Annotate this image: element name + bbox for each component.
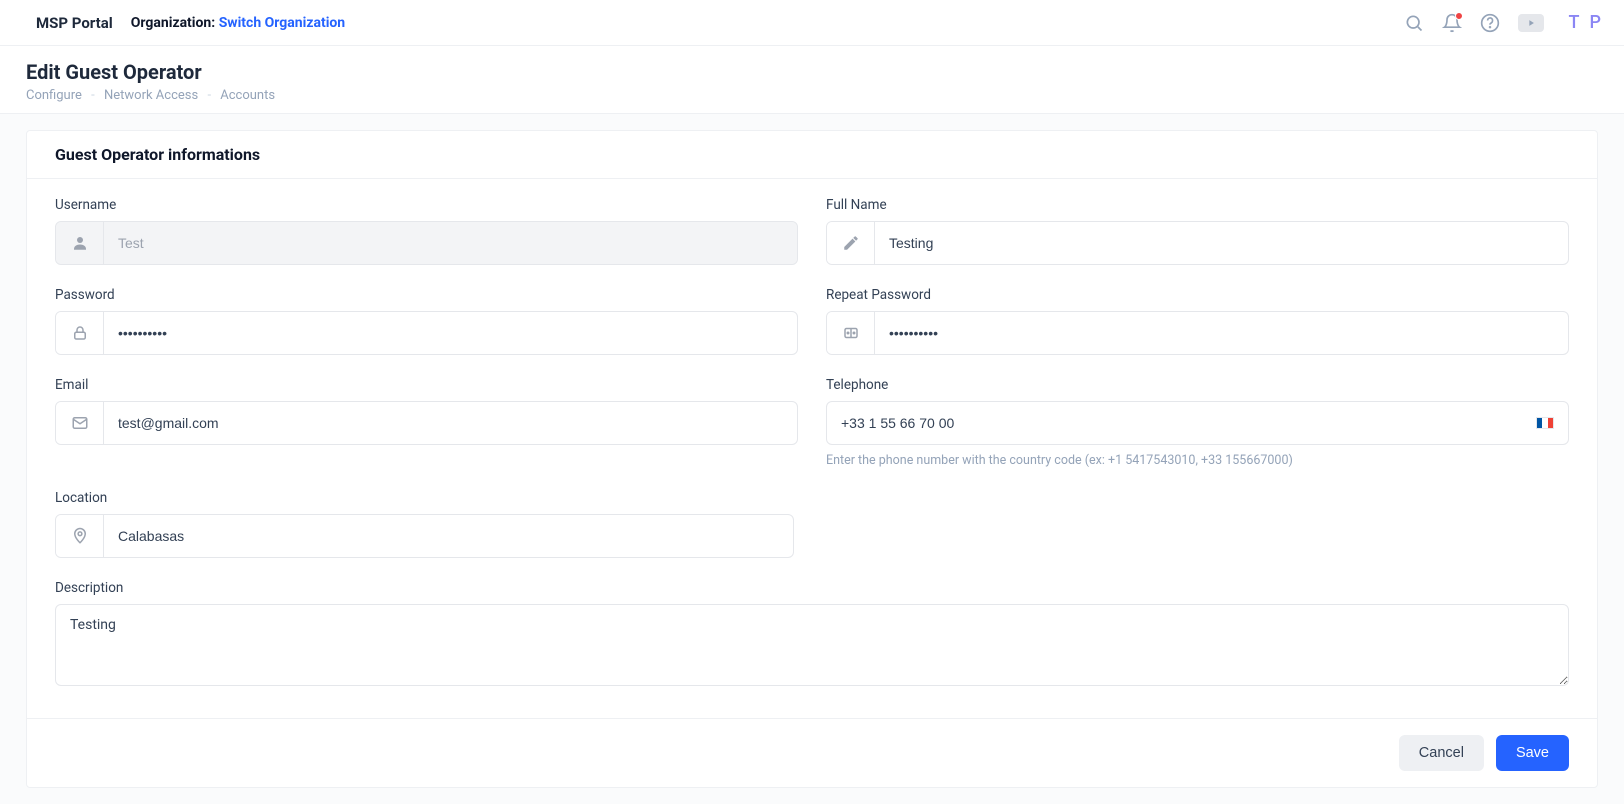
breadcrumb-item[interactable]: Configure [26,88,82,103]
avatar[interactable]: T P [1562,12,1604,33]
telephone-label: Telephone [826,377,1569,393]
location-field: Location [55,490,794,558]
lock-icon [56,312,104,354]
username-label: Username [55,197,798,213]
topbar-left: MSP Portal Organization: Switch Organiza… [36,14,345,32]
cancel-button[interactable]: Cancel [1399,735,1484,771]
breadcrumb-sep: - [91,88,95,103]
username-field: Username [55,197,798,265]
telephone-input-wrap [826,401,1569,445]
password-input-wrap [55,311,798,355]
location-label: Location [55,490,794,506]
help-icon[interactable] [1480,13,1500,33]
password-field: Password [55,287,798,355]
topbar: MSP Portal Organization: Switch Organiza… [0,0,1624,46]
section-title: Guest Operator informations [27,131,1597,179]
telephone-input[interactable] [841,415,1528,431]
flag-stripe [1548,418,1553,428]
repeat-password-input-wrap [826,311,1569,355]
form-panel: Guest Operator informations Username Ful… [26,130,1598,788]
fullname-input-wrap [826,221,1569,265]
password-icon [827,312,875,354]
mail-icon [56,402,104,444]
form-grid: Username Full Name [55,197,1569,690]
switch-organization-link[interactable]: Switch Organization [219,15,345,31]
video-icon[interactable] [1518,14,1544,32]
topbar-right: T P [1404,12,1604,33]
description-input[interactable] [55,604,1569,686]
map-pin-icon [56,515,104,557]
breadcrumb-item[interactable]: Accounts [220,88,275,103]
repeat-password-input[interactable] [875,312,1568,354]
description-field: Description [55,580,1569,690]
username-input [104,222,797,264]
description-label: Description [55,580,1569,596]
breadcrumb-item[interactable]: Network Access [104,88,198,103]
search-icon[interactable] [1404,13,1424,33]
telephone-field: Telephone Enter the phone number with th… [826,377,1569,468]
panel-footer: Cancel Save [27,718,1597,787]
save-button[interactable]: Save [1496,735,1569,771]
email-field: Email [55,377,798,468]
password-label: Password [55,287,798,303]
fullname-label: Full Name [826,197,1569,213]
email-label: Email [55,377,798,393]
breadcrumb: Configure - Network Access - Accounts [26,88,1598,103]
email-input-wrap [55,401,798,445]
telephone-hint: Enter the phone number with the country … [826,453,1569,468]
notifications-icon[interactable] [1442,13,1462,33]
fullname-field: Full Name [826,197,1569,265]
password-input[interactable] [104,312,797,354]
location-input-wrap [55,514,794,558]
repeat-password-field: Repeat Password [826,287,1569,355]
breadcrumb-sep: - [207,88,211,103]
page-title: Edit Guest Operator [26,60,1598,84]
pencil-icon [827,222,875,264]
fullname-input[interactable] [875,222,1568,264]
country-flag-icon[interactable] [1536,417,1554,429]
page-header: Edit Guest Operator Configure - Network … [0,46,1624,114]
org-label: Organization: [131,15,215,31]
email-input[interactable] [104,402,797,444]
repeat-password-label: Repeat Password [826,287,1569,303]
location-input[interactable] [104,515,793,557]
user-icon [56,222,104,264]
brand: MSP Portal [36,14,113,32]
username-input-wrap [55,221,798,265]
